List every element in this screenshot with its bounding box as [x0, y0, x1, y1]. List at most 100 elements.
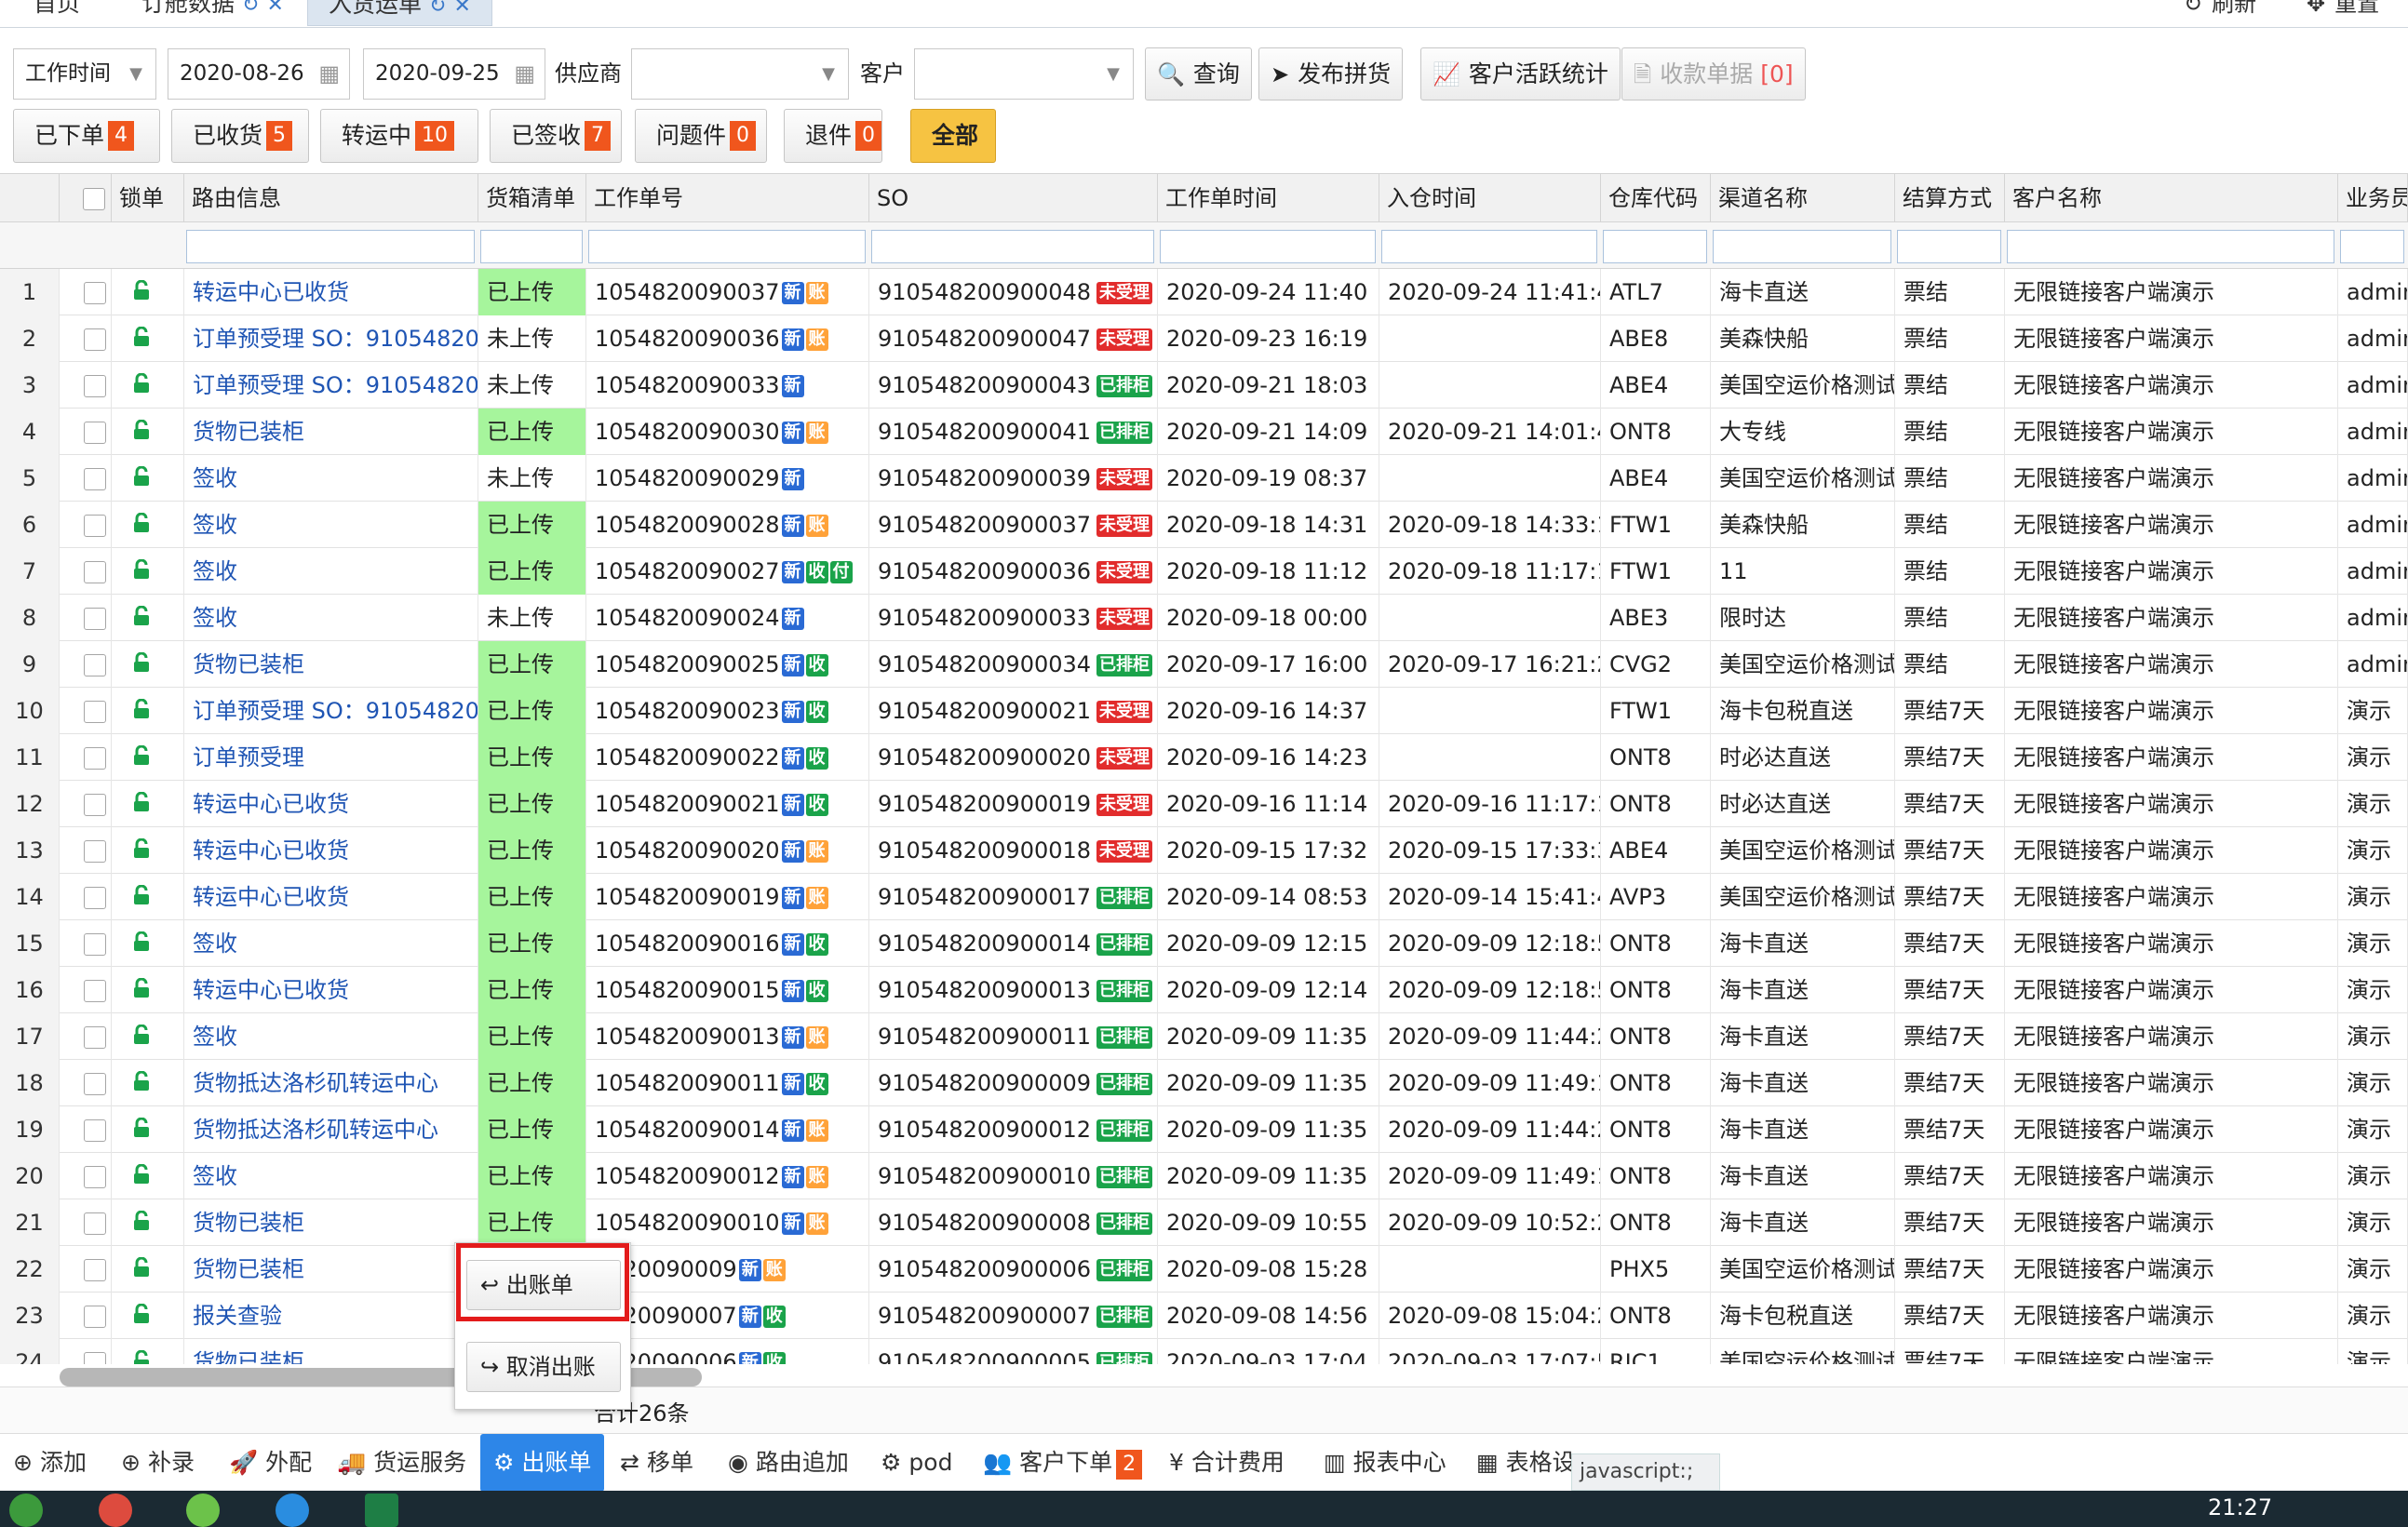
publish-consolidation-button[interactable]: ➤ 发布拼货 — [1258, 47, 1404, 100]
table-row[interactable]: 22 货物已装柜 4820090009 新账 910548200900006 已排柜 202… — [0, 1246, 2408, 1293]
wechat-icon[interactable] — [186, 1494, 220, 1527]
unlock-icon[interactable] — [133, 1200, 150, 1246]
date-to-input[interactable]: 2020-09-25 ▦ — [363, 48, 545, 100]
toolbar-gear-button[interactable]: ⚙ pod — [881, 1434, 952, 1492]
row-checkbox[interactable] — [84, 282, 106, 304]
toolbar-bar-chart-button[interactable]: ▥ 报表中心 — [1324, 1434, 1446, 1492]
column-header[interactable]: 入仓时间 — [1379, 174, 1601, 222]
chrome-icon[interactable] — [99, 1494, 132, 1527]
unlock-icon[interactable] — [133, 502, 150, 548]
route-info-link[interactable]: 货物抵达洛杉矶转运中心 — [184, 1060, 478, 1106]
browser-icon[interactable] — [276, 1494, 309, 1527]
toolbar-gear-button[interactable]: ⚙ 出账单 — [480, 1434, 605, 1492]
refresh-icon[interactable]: ↻ — [429, 0, 446, 18]
row-checkbox[interactable] — [84, 375, 106, 397]
table-row[interactable]: 2 订单预受理 SO：910548200 未上传 1054820090036 新账 910… — [0, 315, 2408, 362]
table-row[interactable]: 7 签收 已上传 1054820090027 新收付 910548200900036 未受理… — [0, 548, 2408, 595]
table-row[interactable]: 13 转运中心已收货 已上传 1054820090020 新账 9105482009000… — [0, 827, 2408, 874]
unlock-icon[interactable] — [133, 1247, 150, 1293]
route-info-link[interactable]: 签收 — [184, 455, 478, 502]
column-filter-input[interactable] — [480, 230, 583, 263]
route-info-link[interactable]: 签收 — [184, 595, 478, 641]
query-button[interactable]: 🔍 查询 — [1145, 47, 1252, 100]
unlock-icon[interactable] — [133, 549, 150, 595]
column-filter-input[interactable] — [1603, 230, 1707, 263]
row-checkbox[interactable] — [84, 1166, 106, 1188]
table-row[interactable]: 19 货物抵达洛杉矶转运中心 已上传 1054820090014 新账 910548200… — [0, 1106, 2408, 1153]
unlock-icon[interactable] — [133, 409, 150, 455]
status-tab[interactable]: 问题件 0 — [635, 109, 767, 163]
refresh-button[interactable]: ↻ 刷新 — [2184, 0, 2256, 20]
toolbar-exchange-button[interactable]: ⇄ 移单 — [620, 1434, 693, 1492]
table-row[interactable]: 20 签收 已上传 1054820090012 新账 910548200900010 已排柜… — [0, 1153, 2408, 1199]
cancel-bill-button[interactable]: ↪ 取消出账 — [466, 1342, 621, 1392]
column-header[interactable]: 路由信息 — [184, 174, 478, 222]
column-filter-input[interactable] — [2340, 230, 2404, 263]
status-tab[interactable]: 已收货 5 — [171, 109, 309, 163]
time-type-select[interactable]: 工作时间 ▼ — [13, 48, 156, 100]
route-info-link[interactable]: 货物已装柜 — [184, 1246, 478, 1293]
column-filter-input[interactable] — [588, 230, 866, 263]
route-info-link[interactable]: 订单预受理 SO：910548200 — [184, 688, 478, 734]
route-info-link[interactable]: 转运中心已收货 — [184, 874, 478, 920]
row-checkbox[interactable] — [84, 515, 106, 537]
column-header[interactable]: 工作单号 — [586, 174, 869, 222]
unlock-icon[interactable] — [133, 782, 150, 827]
row-checkbox[interactable] — [84, 887, 106, 909]
row-checkbox[interactable] — [84, 840, 106, 863]
table-row[interactable]: 8 签收 未上传 1054820090024 新 910548200900033 未受理 20… — [0, 595, 2408, 641]
route-info-link[interactable]: 货物已装柜 — [184, 641, 478, 688]
row-checkbox[interactable] — [84, 561, 106, 583]
route-info-link[interactable]: 货物抵达洛杉矶转运中心 — [184, 1106, 478, 1153]
table-row[interactable]: 18 货物抵达洛杉矶转运中心 已上传 1054820090011 新收 910548200… — [0, 1060, 2408, 1106]
unlock-icon[interactable] — [133, 363, 150, 409]
route-info-link[interactable]: 转运中心已收货 — [184, 967, 478, 1013]
row-checkbox[interactable] — [84, 1073, 106, 1095]
table-row[interactable]: 23 报关查验 4820090007 新收 910548200900007 已排柜 2020… — [0, 1293, 2408, 1339]
row-checkbox[interactable] — [84, 1352, 106, 1364]
column-header[interactable]: 工作单时间 — [1158, 174, 1379, 222]
receipt-documents-button[interactable]: 🗎 收款单据 [0] — [1621, 47, 1806, 100]
close-icon[interactable]: ✕ — [266, 0, 283, 17]
row-checkbox[interactable] — [84, 654, 106, 676]
row-checkbox[interactable] — [84, 468, 106, 490]
table-row[interactable]: 5 签收 未上传 1054820090029 新 910548200900039 未受理 20… — [0, 455, 2408, 502]
unlock-icon[interactable] — [133, 1293, 150, 1339]
row-checkbox[interactable] — [84, 1212, 106, 1235]
date-from-input[interactable]: 2020-08-26 ▦ — [168, 48, 350, 100]
table-row[interactable]: 3 订单预受理 SO：910548200 未上传 1054820090033 新 9105… — [0, 362, 2408, 409]
column-header[interactable]: 客户名称 — [2005, 174, 2338, 222]
column-filter-input[interactable] — [1381, 230, 1597, 263]
excel-icon[interactable] — [365, 1494, 398, 1527]
column-filter-input[interactable] — [871, 230, 1154, 263]
table-row[interactable]: 1 转运中心已收货 已上传 1054820090037 新账 91054820090004… — [0, 269, 2408, 315]
row-checkbox[interactable] — [84, 1259, 106, 1281]
status-tab[interactable]: 退件 0 — [784, 109, 882, 163]
toolbar-plus-circle-button[interactable]: ⊕ 补录 — [121, 1434, 195, 1492]
unlock-icon[interactable] — [133, 456, 150, 502]
table-row[interactable]: 11 订单预受理 已上传 1054820090022 新收 910548200900020… — [0, 734, 2408, 781]
status-tab[interactable]: 已签收 7 — [490, 109, 622, 163]
table-row[interactable]: 12 转运中心已收货 已上传 1054820090021 新收 9105482009000… — [0, 781, 2408, 827]
refresh-icon[interactable]: ↻ — [242, 0, 259, 17]
column-header[interactable]: 渠道名称 — [1711, 174, 1895, 222]
row-checkbox[interactable] — [84, 794, 106, 816]
route-info-link[interactable]: 转运中心已收货 — [184, 781, 478, 827]
table-row[interactable]: 24 货物已装柜 4820090006 新收 910548200900005 已排柜 202… — [0, 1339, 2408, 1364]
table-row[interactable]: 6 签收 已上传 1054820090028 新账 910548200900037 未受理 2… — [0, 502, 2408, 548]
unlock-icon[interactable] — [133, 1061, 150, 1106]
toolbar-table-button[interactable]: ▦ 表格设 — [1476, 1434, 1576, 1492]
row-checkbox[interactable] — [84, 422, 106, 444]
unlock-icon[interactable] — [133, 968, 150, 1013]
route-info-link[interactable]: 报关查验 — [184, 1293, 478, 1339]
column-header[interactable]: 结算方式 — [1895, 174, 2005, 222]
row-checkbox[interactable] — [84, 1119, 106, 1142]
customer-activity-stats-button[interactable]: 📈 客户活跃统计 — [1420, 47, 1621, 100]
supplier-select[interactable]: ▼ — [631, 48, 849, 100]
unlock-icon[interactable] — [133, 642, 150, 688]
toolbar-yen-button[interactable]: ¥ 合计费用 — [1169, 1434, 1285, 1492]
column-header[interactable]: 锁单 — [112, 174, 184, 222]
route-info-link[interactable]: 货物已装柜 — [184, 1199, 478, 1246]
row-checkbox[interactable] — [84, 747, 106, 770]
route-info-link[interactable]: 订单预受理 SO：910548200 — [184, 315, 478, 362]
